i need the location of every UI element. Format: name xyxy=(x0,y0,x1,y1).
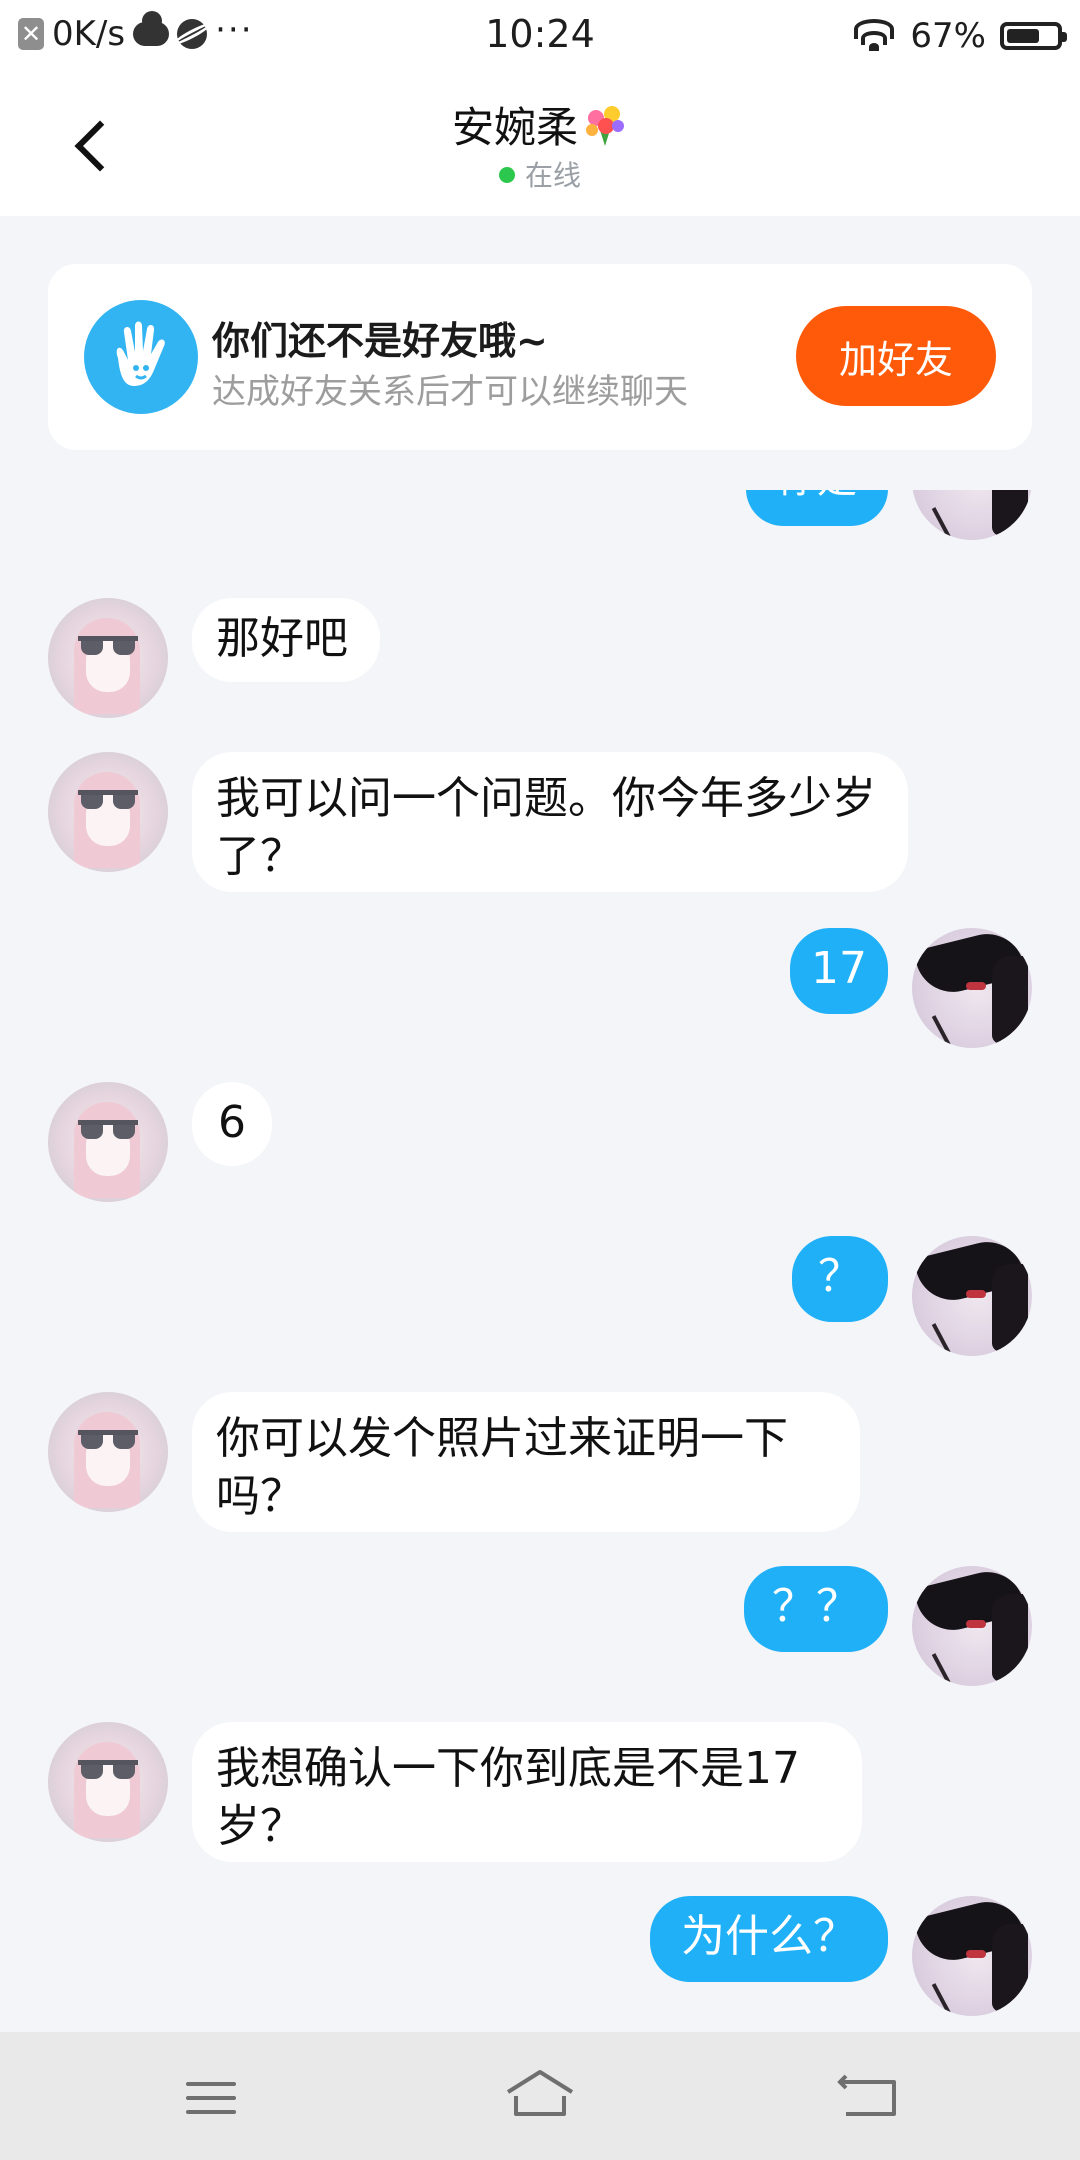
message-bubble-in[interactable]: 我想确认一下你到底是不是17岁？ xyxy=(192,1722,862,1862)
bouquet-icon xyxy=(582,102,628,148)
my-avatar[interactable] xyxy=(912,1896,1032,2016)
message-bubble-out[interactable]: 为什么？ xyxy=(650,1896,888,1982)
system-nav-bar xyxy=(0,2032,1080,2160)
status-bar: ✕ 0K/s ··· 10:24 67% xyxy=(0,0,1080,72)
chat-header: 安婉柔 在线 xyxy=(0,72,1080,216)
contact-avatar[interactable] xyxy=(48,1082,168,1202)
home-icon[interactable] xyxy=(480,2062,600,2132)
battery-percent: 67% xyxy=(910,16,986,56)
wave-hand-icon xyxy=(84,300,198,414)
message-bubble-in[interactable]: 你可以发个照片过来证明一下吗？ xyxy=(192,1392,860,1532)
add-friend-button[interactable]: 加好友 xyxy=(796,306,996,406)
message-bubble-out[interactable]: 17 xyxy=(790,928,888,1014)
battery-fill xyxy=(1007,29,1039,43)
message-bubble-out[interactable]: ？ xyxy=(792,1236,888,1322)
battery-icon xyxy=(1000,22,1067,50)
banner-title: 你们还不是好友哦~ xyxy=(212,319,548,363)
chat-screen: ✕ 0K/s ··· 10:24 67% 安婉柔 在线 你们还不是好友哦~ 达成… xyxy=(0,0,1080,2160)
back-icon[interactable] xyxy=(810,2062,930,2132)
online-dot-icon xyxy=(498,167,515,183)
online-status: 在线 xyxy=(524,159,581,192)
contact-avatar[interactable] xyxy=(48,752,168,872)
my-avatar[interactable] xyxy=(912,1566,1032,1686)
message-list[interactable]: 你是 那好吧 我可以问一个问题。你今年多少岁了？ 17 6 ？ xyxy=(0,490,1080,2032)
message-bubble-in[interactable]: 我可以问一个问题。你今年多少岁了？ xyxy=(192,752,908,892)
not-friend-banner: 你们还不是好友哦~ 达成好友关系后才可以继续聊天 加好友 xyxy=(48,264,1032,450)
message-bubble-in[interactable]: 那好吧 xyxy=(192,598,380,682)
contact-avatar[interactable] xyxy=(48,598,168,718)
contact-name: 安婉柔 xyxy=(451,103,578,152)
banner-subtitle: 达成好友关系后才可以继续聊天 xyxy=(212,372,688,412)
wifi-icon xyxy=(852,19,896,53)
message-bubble-in[interactable]: 6 xyxy=(192,1082,272,1166)
my-avatar[interactable] xyxy=(912,1236,1032,1356)
my-avatar[interactable] xyxy=(912,490,1032,540)
contact-avatar[interactable] xyxy=(48,1392,168,1512)
message-bubble-out[interactable]: ？？ xyxy=(744,1566,888,1652)
my-avatar[interactable] xyxy=(912,928,1032,1048)
menu-icon[interactable] xyxy=(152,2062,272,2132)
contact-avatar[interactable] xyxy=(48,1722,168,1842)
message-bubble-out[interactable]: 你是 xyxy=(746,490,888,526)
